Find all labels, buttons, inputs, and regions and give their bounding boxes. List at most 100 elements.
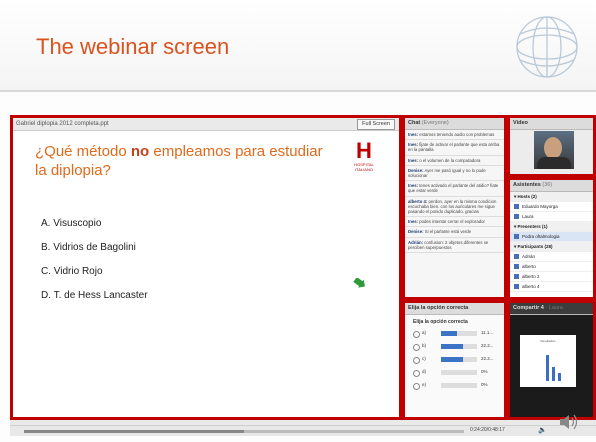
doc-chart-bar	[552, 367, 555, 381]
question-start: ¿Qué método	[35, 143, 131, 160]
attendee-label: Adrián	[522, 254, 536, 259]
share-title: Compartir 4	[513, 305, 544, 311]
poll-option: a) 11.1...	[405, 328, 504, 341]
presentation-filename: Gabriel diplopia 2012 completa.ppt	[16, 121, 109, 127]
attendee-label: Eduardo Mayorga	[522, 204, 558, 209]
slide-title: The webinar screen	[36, 34, 230, 59]
chat-text: o el volumen de la computadora	[419, 157, 481, 163]
volume-icon[interactable]: 🔈	[538, 426, 547, 434]
poll-bar-track	[441, 383, 477, 388]
person-icon	[514, 234, 519, 240]
chat-author: Ines:	[408, 157, 419, 163]
poll-option: d) 0%	[405, 367, 504, 380]
attendee-item[interactable]: alberto 2	[510, 272, 593, 282]
chat-message: Ines: fijate de activar el parlante que …	[405, 140, 504, 156]
poll-result: 22.2...	[481, 356, 494, 361]
poll-option-label: e)	[422, 382, 427, 387]
poll-question: Elija la opción correcta	[413, 319, 468, 325]
share-pane: Compartir 4 - Laura Resultados	[507, 300, 596, 420]
poll-result: 22.2...	[481, 343, 494, 348]
attendee-group[interactable]: ▾ Presenters (1)	[510, 222, 593, 232]
presentation-toolbar: Gabriel diplopia 2012 completa.ppt Full …	[13, 118, 399, 131]
presentation-pane: Gabriel diplopia 2012 completa.ppt Full …	[10, 115, 402, 420]
timeline-track[interactable]	[24, 430, 464, 433]
presenter-face	[544, 137, 562, 159]
poll-option-label: b)	[422, 343, 427, 348]
slide: The webinar screen Gabriel diplopia 2012…	[0, 0, 596, 442]
poll-radio[interactable]	[413, 357, 420, 364]
poll-bar	[441, 357, 463, 362]
poll-radio[interactable]	[413, 344, 420, 351]
person-icon	[514, 274, 519, 280]
answer-option: D. T. de Hess Lancaster	[41, 290, 148, 301]
chat-text: tenes activado el parlante del atidio? f…	[408, 183, 499, 194]
attendee-item[interactable]: alberto 4	[510, 282, 593, 292]
slide-question: ¿Qué método no empleamos para estudiar l…	[35, 142, 335, 180]
poll-bar	[441, 331, 458, 336]
title-divider	[0, 90, 596, 92]
attendee-item[interactable]: Laura	[510, 212, 593, 222]
attendees-pane: Asistentes (36) ▾ Hosts (2) Eduardo Mayor…	[507, 177, 596, 300]
poll-bar-track	[441, 331, 477, 336]
shared-document: Resultados	[520, 335, 576, 387]
title-band: The webinar screen	[0, 0, 596, 90]
attendee-label: Podra oftalmologia	[522, 234, 560, 239]
answer-option: C. Vidrio Rojo	[41, 266, 103, 277]
poll-option-label: d)	[422, 369, 427, 374]
pointer-arrow-icon	[353, 278, 365, 288]
attendee-label: Presenters (1)	[517, 224, 548, 229]
poll-radio[interactable]	[413, 331, 420, 338]
chat-message: Adrián: confusion: 2 objetos diferentes …	[405, 238, 504, 254]
poll-result: 0%	[481, 369, 488, 374]
chat-message: Ines: podes intentar cerrar el explorado…	[405, 217, 504, 228]
poll-option-label: a)	[422, 330, 427, 335]
chat-message: alberto 4: perdon, ayer en la misma cond…	[405, 197, 504, 218]
attendees-list: ▾ Hosts (2) Eduardo Mayorga Laura ▾ Present…	[510, 192, 593, 292]
attendee-label: Participants (28)	[517, 244, 553, 249]
chat-message: Ines: estamos teniendo audio con problem…	[405, 130, 504, 141]
speaker-icon[interactable]	[558, 412, 580, 432]
chat-pane: Chat (Everyone) Ines: estamos teniendo a…	[402, 115, 507, 300]
chat-author: Ines:	[408, 132, 419, 137]
hospital-logo: H HOSPITAL ITALIANO	[351, 138, 377, 173]
hospital-logo-text: HOSPITAL ITALIANO	[354, 162, 374, 172]
fullscreen-button[interactable]: Full Screen	[357, 119, 395, 130]
poll-bar-track	[441, 357, 477, 362]
attendee-item[interactable]: Eduardo Mayorga	[510, 202, 593, 212]
poll-radio[interactable]	[413, 370, 420, 377]
attendee-label: alberto 4	[522, 284, 540, 289]
timeline-progress	[24, 430, 244, 433]
attendee-group[interactable]: ▾ Participants (28)	[510, 242, 593, 252]
attendee-label: Laura	[522, 214, 534, 219]
attendee-group[interactable]: ▾ Hosts (2)	[510, 192, 593, 202]
answer-option: B. Vidrios de Bagolini	[41, 242, 136, 253]
chat-message: Denise: Si el parlante está verde	[405, 227, 504, 238]
person-icon	[514, 264, 519, 270]
poll-option: b) 22.2...	[405, 341, 504, 354]
chat-title: Chat	[408, 120, 421, 126]
poll-options: a) 11.1... b) 22.2... c) 22.2... d) 0% e) 0%	[405, 328, 504, 393]
chat-text: Si el parlante está verde	[424, 229, 472, 235]
presenter-body	[537, 157, 571, 169]
poll-pane: Elija la opción correcta Elija la opción…	[402, 300, 507, 420]
playback-bar: 0:24:20/0:48:17 🔈	[10, 425, 596, 436]
chat-text: podes intentar cerrar el explorador	[419, 219, 485, 225]
attendee-item[interactable]: Podra oftalmologia	[510, 232, 593, 242]
poll-result: 11.1...	[481, 330, 494, 335]
share-header: Compartir 4 - Laura	[510, 303, 593, 315]
attendee-item[interactable]: alberto	[510, 262, 593, 272]
chat-message: Denise: Ayer me pasó igual y no lo pude …	[405, 166, 504, 182]
poll-bar-track	[441, 344, 477, 349]
poll-result: 0%	[481, 382, 488, 387]
attendees-count: (36)	[542, 182, 553, 188]
poll-bar	[441, 344, 463, 349]
poll-radio[interactable]	[413, 383, 420, 390]
answer-option: A. Visuscopio	[41, 218, 102, 229]
person-icon	[514, 254, 519, 260]
doc-chart-bar	[546, 355, 549, 381]
globe-logo-icon	[516, 16, 578, 78]
hospital-logo-letter: H	[356, 138, 372, 163]
attendee-item[interactable]: Adrián	[510, 252, 593, 262]
poll-bar-track	[441, 370, 477, 375]
doc-chart-bar	[558, 373, 561, 381]
